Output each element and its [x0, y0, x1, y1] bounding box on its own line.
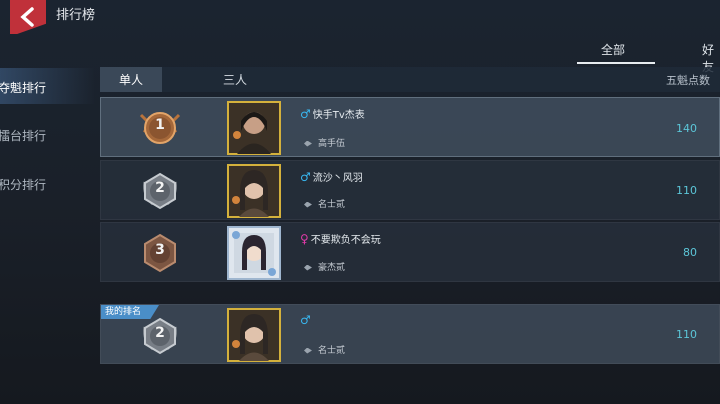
player-name: ♂ 流沙丶风羽 — [300, 170, 363, 184]
back-button[interactable] — [10, 0, 46, 34]
tab-solo[interactable]: 单人 — [100, 67, 162, 92]
rank-badge-icon — [304, 140, 312, 147]
score-column-header: 五魁点数 — [666, 74, 710, 87]
page-title: 排行榜 — [56, 8, 96, 23]
player-score: 80 — [683, 246, 697, 259]
gold-medal-icon: 1 — [137, 105, 183, 151]
silver-medal-icon: 2 — [137, 313, 183, 359]
silver-medal-icon: 2 — [137, 168, 183, 214]
female-icon: ♀ — [300, 232, 309, 246]
my-rank-row[interactable]: 我的排名 2 ♂ 名士贰 110 — [100, 304, 720, 364]
player-name: ♀ 不要欺负不会玩 — [300, 232, 381, 246]
rank-number: 1 — [155, 117, 165, 133]
player-avatar[interactable] — [227, 164, 281, 218]
bronze-medal-icon: 3 — [137, 230, 183, 276]
player-score: 140 — [676, 122, 697, 135]
player-name: ♂ — [300, 313, 313, 327]
tab-all[interactable]: 全部 — [576, 41, 656, 64]
ranking-header: 单人 三人 五魁点数 — [100, 67, 720, 92]
male-icon: ♂ — [300, 313, 311, 327]
player-title: 豪杰贰 — [304, 260, 345, 273]
male-icon: ♂ — [300, 170, 311, 184]
sidebar-item-points-ranking[interactable]: 积分排行 — [0, 176, 46, 193]
player-avatar[interactable] — [227, 226, 281, 280]
player-score: 110 — [676, 184, 697, 197]
player-title: 名士贰 — [304, 197, 345, 210]
top-bar: 排行榜 — [0, 0, 720, 40]
tab-trio[interactable]: 三人 — [204, 67, 266, 92]
player-title: 高手伍 — [304, 136, 345, 149]
ranking-row[interactable]: 1 ♂ 快手Tv杰表 高手伍 140 — [100, 97, 720, 157]
ranking-row[interactable]: 2 ♂ 流沙丶风羽 名士贰 110 — [100, 160, 720, 220]
rank-badge-icon — [304, 347, 312, 354]
rank-number: 2 — [155, 325, 165, 341]
player-avatar[interactable] — [227, 308, 281, 362]
ranking-row[interactable]: 3 ♀ 不要欺负不会玩 豪杰贰 80 — [100, 222, 720, 282]
rank-number: 2 — [155, 180, 165, 196]
rank-number: 3 — [155, 242, 165, 258]
rank-badge-icon — [304, 201, 312, 208]
rank-badge-icon — [304, 264, 312, 271]
sidebar-item-arena-ranking[interactable]: 擂台排行 — [0, 127, 46, 144]
player-avatar[interactable] — [227, 101, 281, 155]
player-score: 110 — [676, 328, 697, 341]
sidebar-item-champion-ranking[interactable]: 夺魁排行 — [0, 79, 46, 96]
player-title: 名士贰 — [304, 343, 345, 356]
back-arrow-icon — [20, 7, 34, 27]
male-icon: ♂ — [300, 107, 311, 121]
player-name: ♂ 快手Tv杰表 — [300, 107, 365, 121]
